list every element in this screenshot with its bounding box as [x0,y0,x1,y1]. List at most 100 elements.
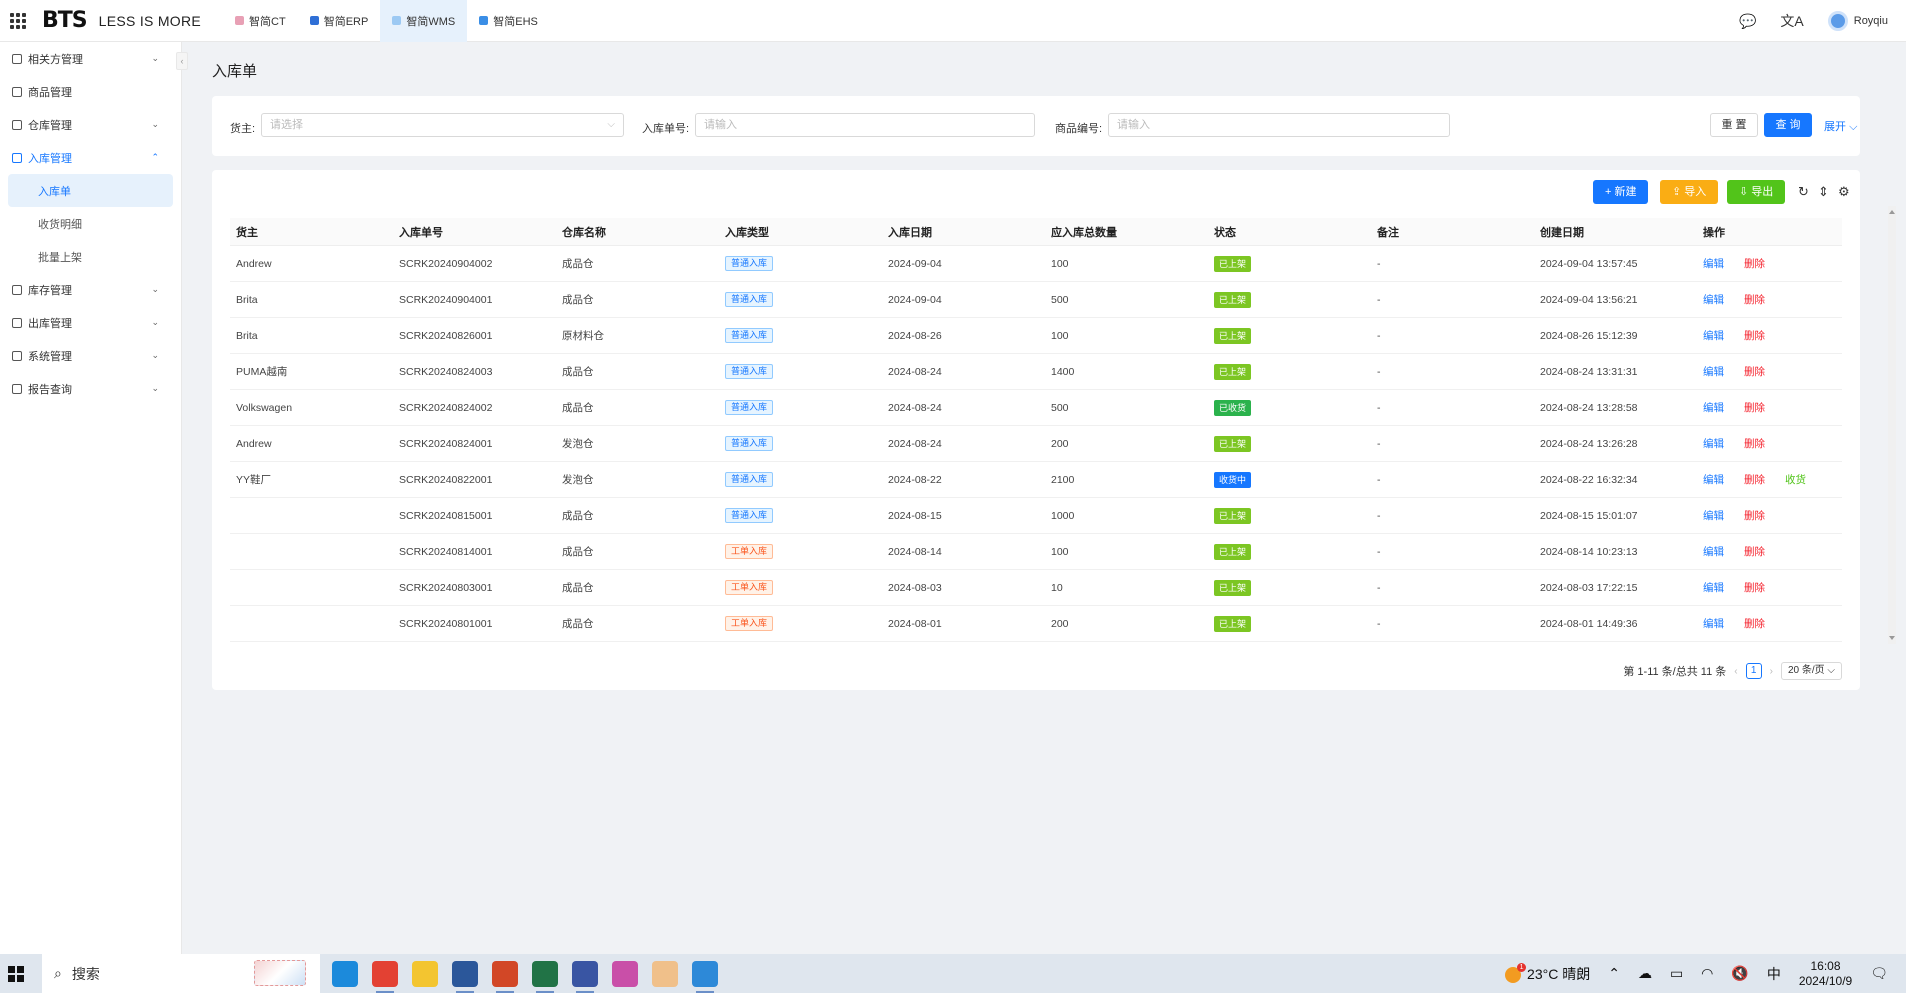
sidebar-subitem-1[interactable]: 收货明细 [8,207,173,240]
chrome-icon[interactable] [372,960,398,993]
wifi-icon[interactable]: ◠ [1701,965,1713,982]
sidebar-item-7[interactable]: 报告查询 ⌄ [0,372,181,405]
export-button[interactable]: ⇩ 导出 [1727,180,1786,204]
prev-page-icon[interactable]: ‹ [1734,666,1737,677]
refresh-icon[interactable]: ↻ [1798,184,1809,200]
sidebar-item-4[interactable]: 库存管理 ⌄ [0,273,181,306]
table-cell-type: 普通入库 [719,508,882,523]
product-no-input[interactable]: 请输入 [1108,113,1450,137]
taskbar-search[interactable]: ⌕ 搜索 [42,954,320,993]
sidebar-item-0[interactable]: 相关方管理 ⌄ [0,42,181,75]
windows-start-icon[interactable] [8,965,24,982]
file-explorer-icon[interactable] [412,960,438,987]
sidebar-item-2[interactable]: 仓库管理 ⌄ [0,108,181,141]
table-row: PUMA越南 SCRK20240824003 成品仓 普通入库 2024-08-24 14… [230,354,1842,390]
brand-logo[interactable]: BTS [42,8,88,33]
system-tab-3[interactable]: 智简EHS [467,0,550,42]
delete-link[interactable]: 删除 [1744,294,1765,306]
edit-link[interactable]: 编辑 [1703,402,1724,414]
snipping-tool-icon[interactable] [612,960,638,987]
word-icon[interactable] [452,960,478,993]
table-row: SCRK20240803001 成品仓 工单入库 2024-08-03 10 已上架 - 20… [230,570,1842,606]
notification-icon[interactable]: 🗨 [1870,965,1888,982]
edit-link[interactable]: 编辑 [1703,330,1724,342]
edit-link[interactable]: 编辑 [1703,618,1724,630]
edge-icon[interactable] [332,960,358,987]
visio-icon[interactable] [572,960,598,993]
system-tab-label: 智简CT [249,15,286,28]
table-cell-owner: Volkswagen [236,401,293,414]
sidebar-subitem-0[interactable]: 入库单 [8,174,173,207]
reset-button[interactable]: 重 置 [1710,113,1758,137]
cloud-icon[interactable]: ☁ [1638,965,1652,982]
edit-link[interactable]: 编辑 [1703,582,1724,594]
edit-link[interactable]: 编辑 [1703,474,1724,486]
sidebar-item-1[interactable]: 商品管理 [0,75,181,108]
edit-link[interactable]: 编辑 [1703,294,1724,306]
status-badge: 已上架 [1214,615,1252,632]
sidebar-item-5[interactable]: 出库管理 ⌄ [0,306,181,339]
chevron-down-icon: ⌵ [1849,121,1858,133]
status-badge: 已上架 [1214,327,1252,344]
sidebar-subitem-2[interactable]: 批量上架 [8,240,173,273]
receive-link[interactable]: 收货 [1785,474,1806,486]
table-row: SCRK20240801001 成品仓 工单入库 2024-08-01 200 已上架 - 2… [230,606,1842,642]
import-label: 导入 [1684,186,1707,198]
edit-link[interactable]: 编辑 [1703,258,1724,270]
sidebar-item-6[interactable]: 系统管理 ⌄ [0,339,181,372]
system-tab-1[interactable]: 智简ERP [298,0,381,42]
edit-link[interactable]: 编辑 [1703,438,1724,450]
wechat-icon[interactable]: 💬 [1739,13,1756,30]
chevron-up-icon[interactable]: ⌃ [1608,965,1620,982]
search-button[interactable]: 查 询 [1764,113,1812,137]
battery-icon[interactable]: ▭ [1670,965,1683,982]
delete-link[interactable]: 删除 [1744,438,1765,450]
delete-link[interactable]: 删除 [1744,510,1765,522]
delete-link[interactable]: 删除 [1744,474,1765,486]
system-tab-0[interactable]: 智简CT [223,0,298,42]
owner-label: 货主: [230,123,256,135]
gear-icon[interactable]: ⚙ [1838,184,1850,200]
owner-select[interactable]: 请选择 ⌵ [261,113,624,137]
excel-icon[interactable] [532,960,558,993]
speaker-muted-icon[interactable]: 🔇 [1731,965,1748,982]
table-header: 货主 入库单号 仓库名称 入库类型 入库日期 应入库总数量 状态 备注 创建日期 操作 [230,218,1842,246]
photos-icon[interactable] [692,960,718,993]
expand-filters-link[interactable]: 展开 ⌵ [1824,118,1857,134]
powerpoint-icon[interactable] [492,960,518,993]
clock[interactable]: 16:08 2024/10/9 [1799,959,1852,989]
next-page-icon[interactable]: › [1770,666,1773,677]
translate-icon[interactable]: 文A [1780,11,1803,31]
page-number[interactable]: 1 [1745,663,1762,679]
table-cell-qty: 10 [1051,581,1063,594]
order-no-input[interactable]: 请输入 [695,113,1035,137]
delete-link[interactable]: 删除 [1744,366,1765,378]
table-cell-status: 已上架 [1208,615,1371,632]
row-actions: 编辑 删除 [1697,580,1842,595]
column-height-icon[interactable]: ⇕ [1818,184,1829,200]
apps-grid-icon[interactable] [6,9,30,33]
table-scrollbar[interactable] [1888,206,1896,644]
edit-link[interactable]: 编辑 [1703,366,1724,378]
ime-indicator[interactable]: 中 [1767,964,1781,984]
delete-link[interactable]: 删除 [1744,402,1765,414]
sidebar-item-3[interactable]: 入库管理 ⌃ [0,141,181,174]
bts-app-icon[interactable] [652,960,678,987]
menu-item-icon [12,86,22,97]
table-cell-no: SCRK20240822001 [399,473,493,486]
weather-widget[interactable]: 1 23°C 晴朗 [1505,962,1590,984]
delete-link[interactable]: 删除 [1744,330,1765,342]
edit-link[interactable]: 编辑 [1703,510,1724,522]
user-menu[interactable]: Royqiu [1827,11,1888,31]
page-size-select[interactable]: 20 条/页 ⌵ [1780,662,1842,680]
import-button[interactable]: ⇪ 导入 [1660,180,1719,204]
system-tab-2[interactable]: 智简WMS [380,0,468,42]
status-badge: 已上架 [1214,507,1252,524]
table-cell-note: - [1377,437,1381,450]
edit-link[interactable]: 编辑 [1703,546,1724,558]
new-button[interactable]: + 新建 [1593,180,1649,204]
delete-link[interactable]: 删除 [1744,618,1765,630]
delete-link[interactable]: 删除 [1744,582,1765,594]
delete-link[interactable]: 删除 [1744,258,1765,270]
delete-link[interactable]: 删除 [1744,546,1765,558]
